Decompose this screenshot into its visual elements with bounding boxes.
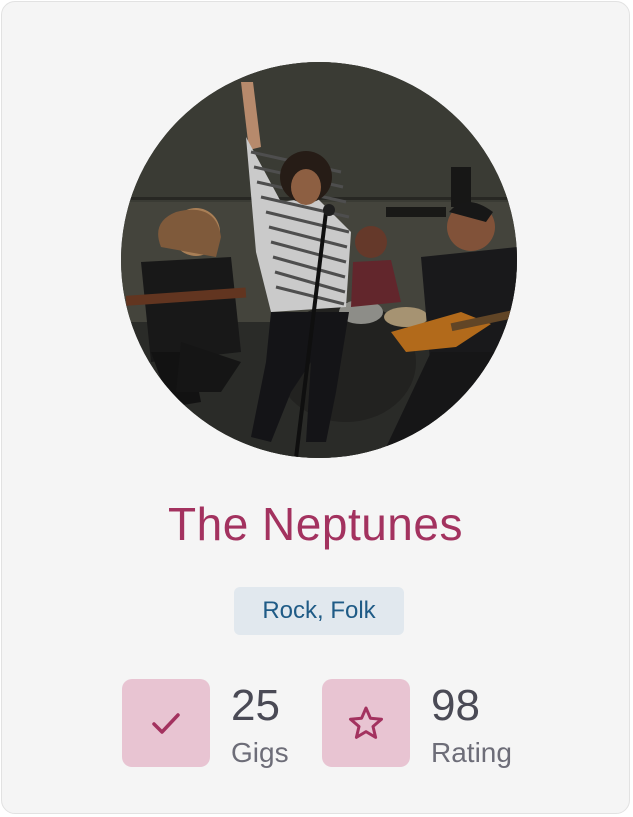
rating-value: 98 xyxy=(431,681,480,730)
star-icon xyxy=(349,706,383,739)
gigs-icon-box xyxy=(122,679,210,767)
genre-badge: Rock, Folk xyxy=(234,587,404,635)
rating-stat: 98 Rating xyxy=(322,679,522,768)
gigs-count: 25 xyxy=(231,681,280,730)
band-name: The Neptunes xyxy=(168,498,463,550)
gigs-stat: 25 Gigs xyxy=(122,679,312,768)
check-icon xyxy=(152,713,180,734)
rating-icon-box xyxy=(322,679,410,767)
band-photo xyxy=(121,62,517,458)
rating-label: Rating xyxy=(431,737,512,768)
band-card: The Neptunes Rock, Folk 25 Gigs 98 Ratin… xyxy=(1,1,630,814)
gigs-label: Gigs xyxy=(231,737,289,768)
